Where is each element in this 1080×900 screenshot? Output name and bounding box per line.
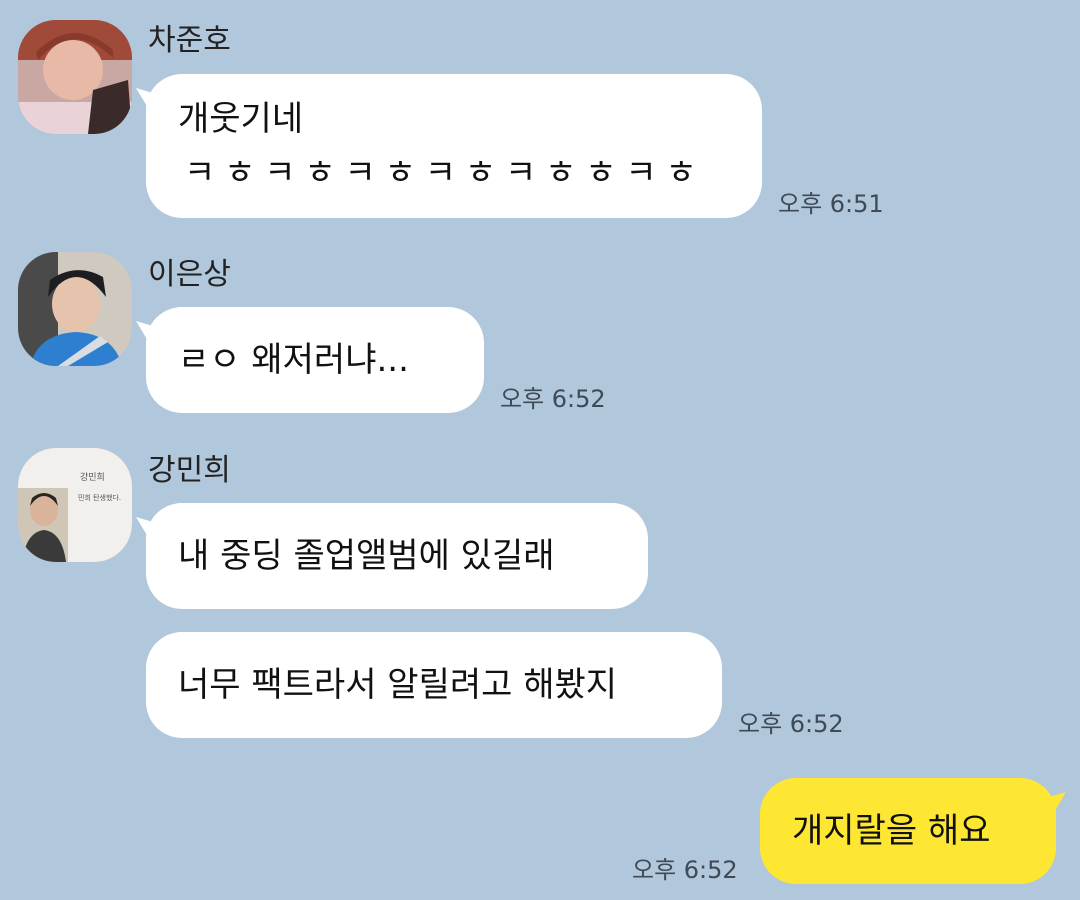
- sender-name: 이은상: [148, 257, 231, 292]
- message-timestamp: 오후 6:51: [778, 190, 884, 218]
- message-text: 너무 팩트라서 알릴려고 해봤지: [178, 664, 618, 705]
- message-timestamp: 오후 6:52: [632, 856, 738, 884]
- message-bubble[interactable]: 너무 팩트라서 알릴려고 해봤지: [146, 632, 722, 738]
- avatar-kangminhee[interactable]: 강민희 민희 탄생했다.: [18, 448, 132, 562]
- profile-photo-icon: [18, 20, 132, 134]
- message-timestamp: 오후 6:52: [738, 710, 844, 738]
- sender-name: 강민희: [148, 453, 231, 488]
- profile-photo-icon: 강민희 민희 탄생했다.: [18, 448, 132, 562]
- message-bubble[interactable]: 개웃기네 ㅋㅎㅋㅎㅋㅎㅋㅎㅋㅎㅎㅋㅎ: [146, 74, 762, 218]
- avatar-chajunho[interactable]: [18, 20, 132, 134]
- message-bubble[interactable]: ㄹㅇ 왜저러냐...: [146, 307, 484, 413]
- avatar-caption: 민희 탄생했다.: [78, 493, 121, 502]
- message-text: ㅋㅎㅋㅎㅋㅎㅋㅎㅋㅎㅎㅋㅎ: [184, 153, 706, 193]
- message-text: 내 중딩 졸업앨범에 있길래: [178, 535, 555, 576]
- message-bubble[interactable]: 내 중딩 졸업앨범에 있길래: [146, 503, 648, 609]
- message-text: 개웃기네: [178, 98, 304, 139]
- avatar-caption: 강민희: [80, 471, 105, 483]
- message-text: ㄹㅇ 왜저러냐...: [178, 339, 409, 380]
- avatar-leeeunsang[interactable]: [18, 252, 132, 366]
- message-text: 개지랄을 해요: [792, 810, 991, 851]
- profile-photo-icon: [18, 252, 132, 366]
- message-timestamp: 오후 6:52: [500, 385, 606, 413]
- my-message-bubble[interactable]: 개지랄을 해요: [760, 778, 1056, 884]
- sender-name: 차준호: [148, 23, 231, 58]
- chat-room: 차준호 개웃기네 ㅋㅎㅋㅎㅋㅎㅋㅎㅋㅎㅎㅋㅎ 오후 6:51 이은상 ㄹㅇ 왜저…: [0, 0, 1080, 900]
